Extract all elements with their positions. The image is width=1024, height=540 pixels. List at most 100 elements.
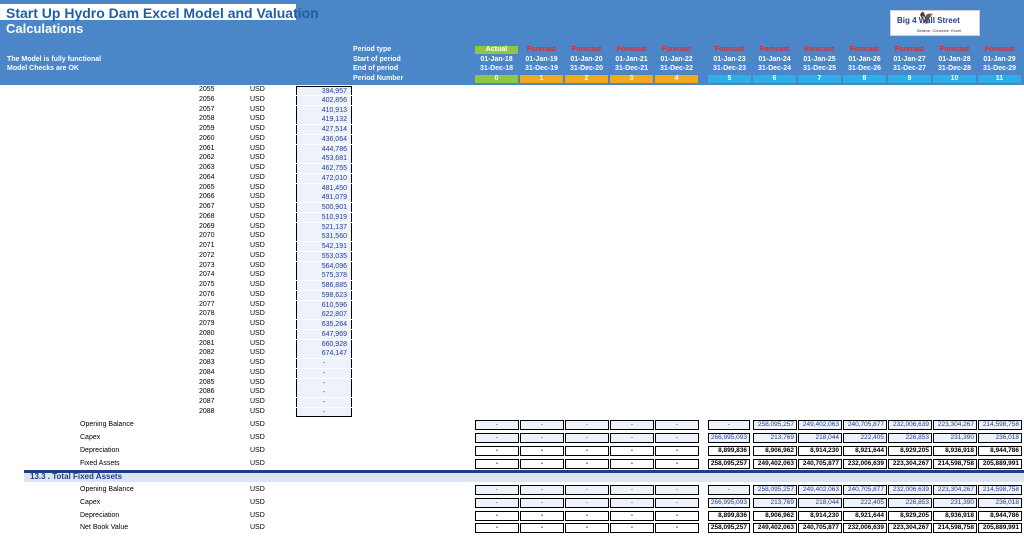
value-cell[interactable]: - (565, 446, 609, 456)
period-type-cell[interactable]: Forecast (978, 46, 1021, 54)
value-cell[interactable]: - (655, 485, 699, 495)
value-cell[interactable]: - (655, 523, 699, 533)
value-cell[interactable]: - (520, 420, 564, 430)
value-cell[interactable]: - (475, 420, 519, 430)
period-number-cell[interactable]: 4 (655, 75, 698, 83)
schedule-value-cell[interactable]: - (296, 369, 352, 378)
value-cell[interactable]: 8,921,644 (843, 511, 887, 521)
schedule-value-cell[interactable]: - (296, 388, 352, 397)
schedule-value-cell[interactable]: 500,901 (296, 203, 352, 212)
period-number-cell[interactable]: 0 (475, 75, 518, 83)
value-cell[interactable]: - (520, 485, 564, 495)
value-cell[interactable]: - (610, 498, 654, 508)
value-cell[interactable]: 8,936,918 (933, 446, 977, 456)
value-cell[interactable]: - (655, 459, 699, 469)
value-cell[interactable]: - (520, 498, 564, 508)
schedule-value-cell[interactable]: - (296, 408, 352, 417)
value-cell[interactable]: 223,304,267 (888, 523, 932, 533)
period-end-cell[interactable]: 31-Dec-21 (610, 65, 653, 73)
value-cell[interactable]: 222,405 (843, 498, 887, 508)
value-cell[interactable]: 223,304,267 (933, 485, 977, 495)
value-cell[interactable]: 258,095,257 (753, 485, 797, 495)
schedule-value-cell[interactable]: 542,191 (296, 242, 352, 251)
value-cell[interactable]: 8,899,836 (708, 446, 750, 456)
period-number-cell[interactable]: 2 (565, 75, 608, 83)
period-end-cell[interactable]: 31-Dec-23 (708, 65, 751, 73)
period-type-cell[interactable]: Forecast (655, 46, 698, 54)
value-cell[interactable]: - (610, 485, 654, 495)
period-number-cell[interactable]: 8 (843, 75, 886, 83)
schedule-value-cell[interactable]: 647,969 (296, 330, 352, 339)
value-cell[interactable]: - (520, 446, 564, 456)
value-cell[interactable]: - (655, 511, 699, 521)
value-cell[interactable]: - (655, 498, 699, 508)
value-cell[interactable]: 214,598,758 (933, 523, 977, 533)
value-cell[interactable]: - (610, 459, 654, 469)
value-cell[interactable]: 213,769 (753, 433, 797, 443)
value-cell[interactable]: 218,044 (798, 498, 842, 508)
period-start-cell[interactable]: 01-Jan-24 (753, 56, 796, 64)
value-cell[interactable]: - (610, 446, 654, 456)
value-cell[interactable]: - (565, 498, 609, 508)
value-cell[interactable]: - (655, 420, 699, 430)
period-start-cell[interactable]: 01-Jan-18 (475, 56, 518, 64)
value-cell[interactable]: 249,402,063 (798, 420, 842, 430)
schedule-value-cell[interactable]: 531,560 (296, 232, 352, 241)
value-cell[interactable]: - (610, 420, 654, 430)
schedule-value-cell[interactable]: 553,035 (296, 252, 352, 261)
period-number-cell[interactable]: 1 (520, 75, 563, 83)
value-cell[interactable]: 249,402,063 (753, 523, 797, 533)
value-cell[interactable]: 214,598,758 (933, 459, 977, 469)
value-cell[interactable]: - (475, 433, 519, 443)
value-cell[interactable]: - (520, 433, 564, 443)
schedule-value-cell[interactable]: 394,957 (296, 86, 352, 95)
schedule-value-cell[interactable]: 436,064 (296, 135, 352, 144)
value-cell[interactable]: 249,402,063 (753, 459, 797, 469)
period-start-cell[interactable]: 01-Jan-23 (708, 56, 751, 64)
period-number-cell[interactable]: 10 (933, 75, 976, 83)
value-cell[interactable]: 232,006,639 (888, 420, 932, 430)
value-cell[interactable]: 205,889,991 (978, 459, 1022, 469)
value-cell[interactable]: - (610, 433, 654, 443)
value-cell[interactable]: 8,906,962 (753, 446, 797, 456)
value-cell[interactable]: 222,405 (843, 433, 887, 443)
value-cell[interactable]: 8,929,205 (888, 446, 932, 456)
value-cell[interactable]: - (610, 523, 654, 533)
value-cell[interactable]: 249,402,063 (798, 485, 842, 495)
period-type-cell[interactable]: Forecast (520, 46, 563, 54)
schedule-value-cell[interactable]: 586,885 (296, 281, 352, 290)
period-number-cell[interactable]: 9 (888, 75, 931, 83)
period-number-cell[interactable]: 5 (708, 75, 751, 83)
value-cell[interactable]: 232,006,639 (843, 523, 887, 533)
period-end-cell[interactable]: 31-Dec-20 (565, 65, 608, 73)
schedule-value-cell[interactable]: 521,137 (296, 223, 352, 232)
value-cell[interactable]: 240,705,877 (843, 420, 887, 430)
value-cell[interactable]: - (565, 420, 609, 430)
period-type-cell[interactable]: Forecast (565, 46, 608, 54)
value-cell[interactable]: - (655, 446, 699, 456)
value-cell[interactable]: 223,304,267 (933, 420, 977, 430)
schedule-value-cell[interactable]: 660,928 (296, 340, 352, 349)
period-type-cell[interactable]: Forecast (888, 46, 931, 54)
period-start-cell[interactable]: 01-Jan-27 (888, 56, 931, 64)
period-end-cell[interactable]: 31-Dec-24 (753, 65, 796, 73)
value-cell[interactable]: 8,944,786 (978, 511, 1022, 521)
schedule-value-cell[interactable]: - (296, 359, 352, 368)
value-cell[interactable]: - (610, 511, 654, 521)
value-cell[interactable]: 240,705,877 (843, 485, 887, 495)
value-cell[interactable]: - (565, 511, 609, 521)
value-cell[interactable]: 8,936,918 (933, 511, 977, 521)
value-cell[interactable]: - (565, 459, 609, 469)
value-cell[interactable]: - (655, 433, 699, 443)
value-cell[interactable]: - (475, 446, 519, 456)
period-end-cell[interactable]: 31-Dec-19 (520, 65, 563, 73)
value-cell[interactable]: 266,995,093 (708, 498, 750, 508)
value-cell[interactable]: 8,929,205 (888, 511, 932, 521)
value-cell[interactable]: - (565, 485, 609, 495)
value-cell[interactable]: 223,304,267 (888, 459, 932, 469)
value-cell[interactable]: 8,914,230 (798, 511, 842, 521)
value-cell[interactable]: - (475, 498, 519, 508)
period-start-cell[interactable]: 01-Jan-26 (843, 56, 886, 64)
value-cell[interactable]: 213,769 (753, 498, 797, 508)
schedule-value-cell[interactable]: 419,132 (296, 115, 352, 124)
